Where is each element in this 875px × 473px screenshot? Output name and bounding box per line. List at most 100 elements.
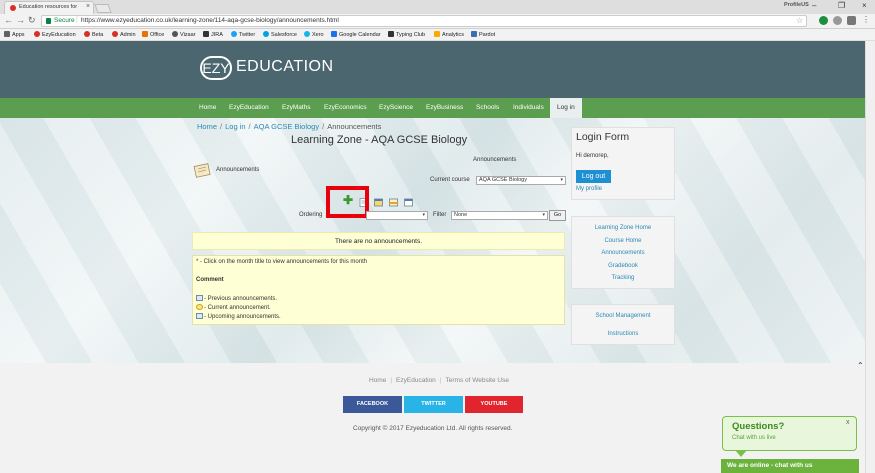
address-bar[interactable]: Secure | https://www.ezyeducation.co.uk/… [41, 15, 807, 27]
bookmark-office[interactable]: Office [142, 31, 164, 38]
site-header: EZY EDUCATION [0, 41, 865, 98]
highlight-box [326, 186, 369, 218]
browser-tab[interactable]: Education resources for × [4, 1, 94, 14]
bookmark-analytics[interactable]: Analytics [434, 31, 464, 38]
breadcrumb-home[interactable]: Home [197, 122, 217, 131]
current-announcement-icon [196, 304, 203, 310]
footer-link-terms[interactable]: Terms of Website Use [446, 377, 509, 384]
logout-button[interactable]: Log out [576, 170, 611, 183]
current-course-select[interactable]: AQA GCSE Biology ▾ [476, 176, 566, 185]
nav-ezyeducation[interactable]: EzyEducation [229, 98, 269, 118]
filter-select[interactable]: None ▾ [451, 211, 548, 220]
maximize-icon[interactable]: ❐ [838, 1, 845, 10]
chevron-down-icon: ▾ [542, 212, 545, 218]
link-tracking[interactable]: Tracking [572, 275, 674, 281]
ezyeducation-icon [34, 31, 40, 37]
legend-current: - Current announcement. [196, 304, 271, 311]
xero-icon [304, 31, 310, 37]
login-form-title: Login Form [576, 131, 630, 143]
bookmarks-bar: Apps EzyEducation Beta Admin Office Viza… [0, 29, 875, 41]
typing-club-icon [388, 31, 394, 37]
main-nav: Home EzyEducation EzyMaths EzyEconomics … [0, 98, 865, 118]
comment-heading: Comment [196, 277, 224, 283]
bookmark-jira[interactable]: JIRA [203, 31, 223, 38]
announcements-label: Announcements [216, 167, 260, 173]
facebook-button[interactable]: FACEBOOK [343, 396, 402, 413]
vizaar-icon [172, 31, 178, 37]
chat-prompt-bubble[interactable]: Questions? Chat with us live x [722, 416, 857, 451]
footer-link-ezyeducation[interactable]: EzyEducation [396, 377, 436, 384]
announcements-info-box: * - Click on the month title to view ann… [192, 255, 565, 325]
bookmark-xero[interactable]: Xero [304, 31, 324, 38]
link-announcements[interactable]: Announcements [572, 250, 674, 256]
my-profile-link[interactable]: My profile [576, 186, 602, 192]
bookmark-vizaar[interactable]: Vizaar [172, 31, 196, 38]
ordering-label: Ordering [299, 212, 323, 218]
login-greeting: Hi demorep, [576, 153, 609, 159]
bookmark-pardot[interactable]: Pardot [471, 31, 495, 38]
bookmark-twitter[interactable]: Twitter [231, 31, 255, 38]
nav-ezyscience[interactable]: EzyScience [379, 98, 413, 118]
footer-link-home[interactable]: Home [369, 377, 386, 384]
extension-icon-1[interactable] [819, 16, 828, 25]
nav-ezyeconomics[interactable]: EzyEconomics [324, 98, 367, 118]
bookmark-star-icon[interactable]: ☆ [796, 16, 803, 25]
nav-ezymaths[interactable]: EzyMaths [282, 98, 311, 118]
bookmark-google-calendar[interactable]: Google Calendar [331, 31, 381, 38]
breadcrumb-login[interactable]: Log in [225, 122, 245, 131]
nav-schools[interactable]: Schools [476, 98, 499, 118]
upcoming-announcements-icon [196, 313, 203, 319]
filter-label: Filter [433, 212, 447, 218]
forward-icon[interactable]: → [16, 15, 25, 25]
salesforce-icon [263, 31, 269, 37]
bookmark-salesforce[interactable]: Salesforce [263, 31, 297, 38]
chat-bar[interactable]: We are online - chat with us [721, 459, 859, 473]
bookmark-admin[interactable]: Admin [112, 31, 136, 38]
new-tab-button[interactable] [94, 4, 112, 13]
go-button[interactable]: Go [549, 210, 566, 221]
page-scrollbar[interactable] [865, 41, 875, 473]
nav-home[interactable]: Home [199, 98, 216, 118]
youtube-button[interactable]: YOUTUBE [465, 396, 523, 413]
bookmark-apps[interactable]: Apps [4, 31, 25, 38]
nav-ezybusiness[interactable]: EzyBusiness [426, 98, 463, 118]
bookmark-beta[interactable]: Beta [84, 31, 103, 38]
day-view-icon[interactable] [404, 198, 413, 207]
breadcrumb-current: Announcements [327, 122, 382, 131]
bookmark-typing-club[interactable]: Typing Club [388, 31, 425, 38]
minimize-icon[interactable]: – [812, 1, 816, 10]
ordering-select[interactable]: ▾ [366, 211, 428, 220]
link-learning-zone-home[interactable]: Learning Zone Home [572, 225, 674, 231]
nav-login[interactable]: Log in [550, 98, 582, 118]
extension-icon-3[interactable] [847, 16, 856, 25]
reload-icon[interactable]: ↻ [28, 15, 36, 26]
link-course-home[interactable]: Course Home [572, 238, 674, 244]
breadcrumb-course[interactable]: AQA GCSE Biology [254, 122, 319, 131]
nav-individuals[interactable]: Individuals [513, 98, 544, 118]
breadcrumb: Home / Log in / AQA GCSE Biology / Announcemen… [197, 122, 382, 131]
browser-tab-strip: Education resources for × ProfileUS – ❐ … [0, 0, 875, 14]
twitter-button[interactable]: TWITTER [404, 396, 463, 413]
lock-icon [46, 18, 51, 24]
link-instructions[interactable]: Instructions [572, 331, 674, 337]
link-gradebook[interactable]: Gradebook [572, 263, 674, 269]
week-view-icon[interactable] [389, 198, 398, 207]
chat-bubble-tail [735, 450, 747, 457]
announcements-header: Announcements [473, 157, 517, 163]
chrome-menu-icon[interactable]: ⋮ [862, 15, 870, 24]
month-view-icon[interactable] [374, 198, 383, 207]
close-tab-icon[interactable]: × [86, 3, 90, 10]
close-window-icon[interactable]: × [862, 1, 867, 10]
close-icon[interactable]: x [846, 419, 850, 426]
url-text[interactable]: https://www.ezyeducation.co.uk/learning-… [81, 17, 339, 24]
scroll-to-top-icon[interactable]: ⌃ [857, 361, 864, 370]
link-school-management[interactable]: School Management [572, 313, 674, 319]
pardot-icon [471, 31, 477, 37]
office-icon [142, 31, 148, 37]
chat-title: Questions? [732, 421, 785, 432]
info-note: * - Click on the month title to view ann… [196, 259, 368, 265]
back-icon[interactable]: ← [4, 15, 13, 25]
extension-icon-2[interactable] [833, 16, 842, 25]
profile-name[interactable]: ProfileUS [784, 2, 809, 8]
bookmark-ezyeducation[interactable]: EzyEducation [34, 31, 76, 38]
